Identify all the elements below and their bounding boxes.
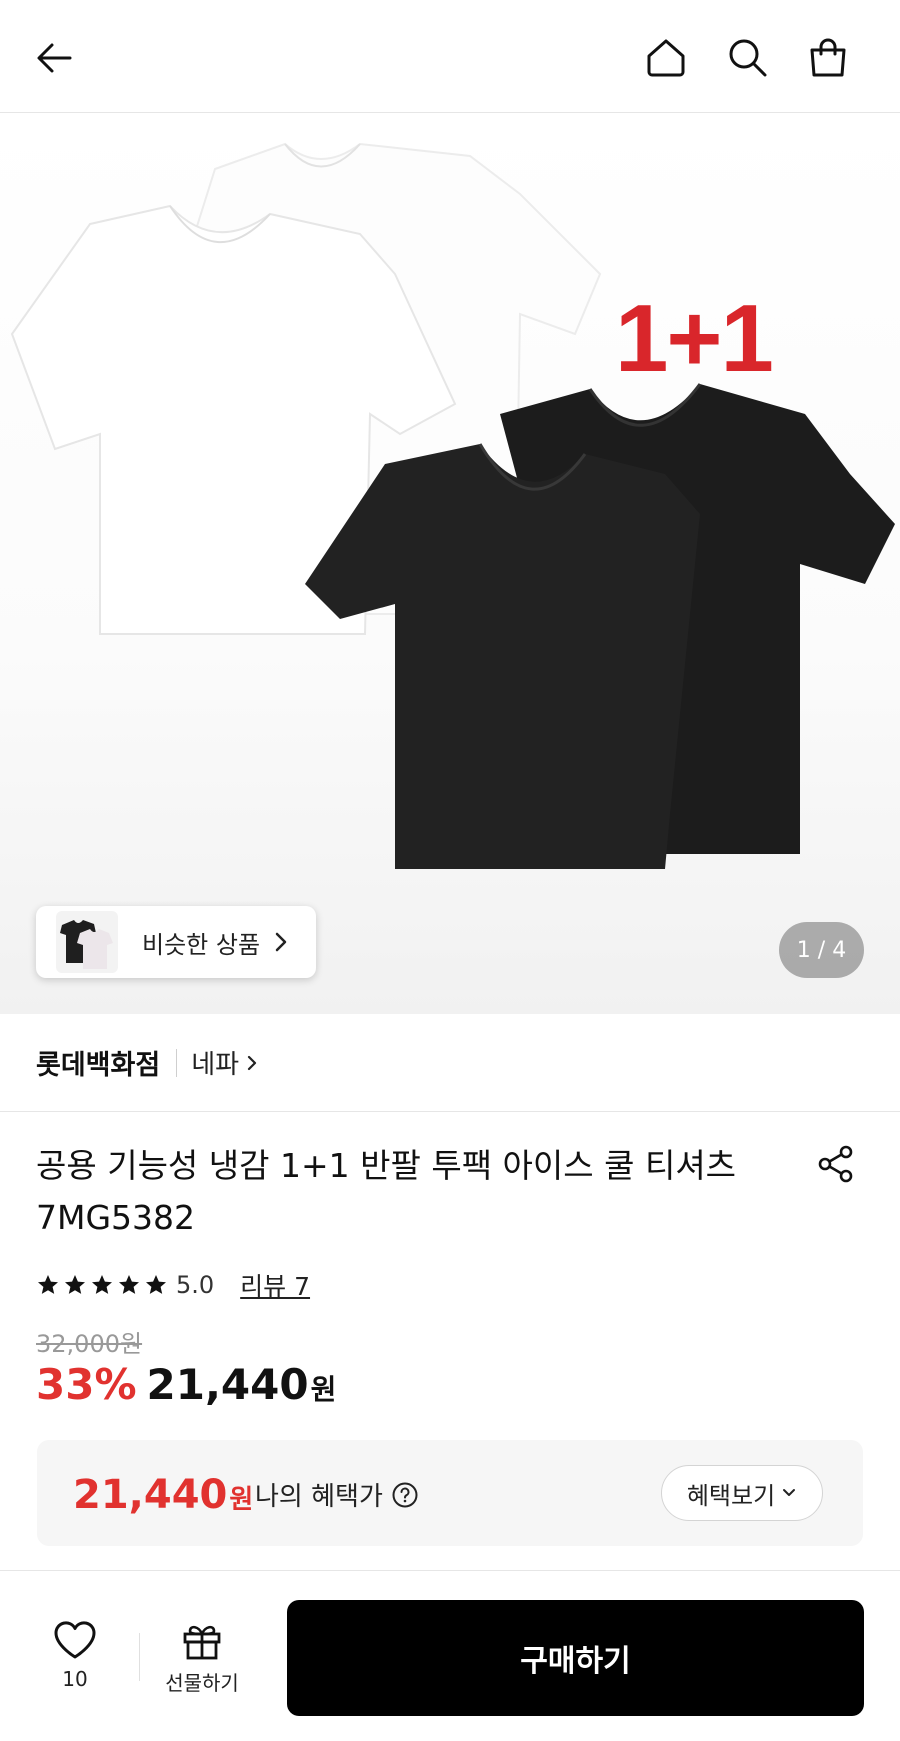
bottom-bar-divider <box>139 1633 140 1681</box>
share-icon <box>818 1145 853 1183</box>
similar-products-button[interactable]: 비슷한 상품 <box>36 906 316 978</box>
rating-score: 5.0 <box>176 1271 215 1299</box>
star-rating <box>36 1273 168 1297</box>
search-icon <box>729 39 767 77</box>
star-icon <box>38 1275 58 1294</box>
home-button[interactable] <box>638 30 694 86</box>
similar-products-label: 비슷한 상품 <box>142 930 261 959</box>
product-image <box>10 142 895 869</box>
view-benefits-label: 혜택보기 <box>686 1481 776 1510</box>
original-price: 32,000원 <box>36 1330 143 1358</box>
brand-row: 롯데백화점 네파 <box>0 1014 900 1112</box>
product-title: 공용 기능성 냉감 1+1 반팔 투팩 아이스 쿨 티셔츠 7MG5382 <box>36 1146 737 1237</box>
chevron-right-icon <box>275 932 287 952</box>
top-app-bar <box>0 0 900 113</box>
shopping-bag-icon <box>810 38 846 77</box>
star-icon <box>92 1275 112 1294</box>
review-link[interactable]: 리뷰 7 <box>240 1267 310 1303</box>
chevron-down-icon <box>783 1489 796 1496</box>
view-benefits-button[interactable]: 혜택보기 <box>661 1465 823 1521</box>
discount-rate: 33% <box>36 1360 137 1409</box>
gift-icon <box>183 1625 221 1660</box>
wishlist-button[interactable]: 10 <box>40 1619 110 1719</box>
star-icon <box>65 1275 85 1294</box>
star-icon <box>119 1275 139 1294</box>
bottom-action-bar: 10 선물하기 구매하기 <box>0 1570 900 1741</box>
gift-label: 선물하기 <box>165 1671 239 1695</box>
brand-link[interactable]: 네파 <box>191 1044 259 1081</box>
price-row: 33% 21,440 원 <box>36 1360 336 1409</box>
benefit-label: 나의 혜택가 <box>255 1482 383 1512</box>
cart-button[interactable] <box>800 30 856 86</box>
benefit-price-box: 21,440 원 나의 혜택가 혜택보기 <box>37 1440 863 1546</box>
benefit-unit: 원 <box>229 1485 254 1515</box>
question-circle-icon <box>392 1482 418 1507</box>
help-button[interactable] <box>391 1481 419 1509</box>
store-name: 롯데백화점 <box>36 1050 161 1081</box>
star-icon <box>146 1275 166 1294</box>
gift-button[interactable]: 선물하기 <box>158 1619 246 1719</box>
share-button[interactable] <box>812 1140 860 1188</box>
brand-link-label: 네파 <box>191 1050 240 1080</box>
benefit-price: 21,440 원 <box>73 1472 253 1518</box>
heart-icon <box>54 1621 96 1659</box>
product-image-gallery[interactable]: 1+1 비슷한 상품 1 / 4 <box>0 114 900 1014</box>
sale-price: 21,440 <box>146 1360 309 1409</box>
buy-button[interactable]: 구매하기 <box>287 1600 864 1716</box>
home-icon <box>647 39 685 77</box>
back-button[interactable] <box>26 30 82 86</box>
chevron-right-icon <box>247 1055 257 1071</box>
arrow-left-icon <box>37 43 72 73</box>
rating-row: 5.0 리뷰 7 <box>36 1268 310 1302</box>
image-counter: 1 / 4 <box>779 922 864 978</box>
promo-text: 1+1 <box>615 285 774 392</box>
brand-divider <box>176 1048 178 1077</box>
search-button[interactable] <box>720 30 776 86</box>
wishlist-count: 10 <box>62 1667 88 1691</box>
similar-product-thumbnail <box>56 911 118 973</box>
price-unit: 원 <box>310 1373 337 1406</box>
benefit-label-row: 나의 혜택가 <box>255 1476 419 1513</box>
buy-button-label: 구매하기 <box>520 1644 631 1679</box>
benefit-amount: 21,440 <box>73 1472 228 1518</box>
